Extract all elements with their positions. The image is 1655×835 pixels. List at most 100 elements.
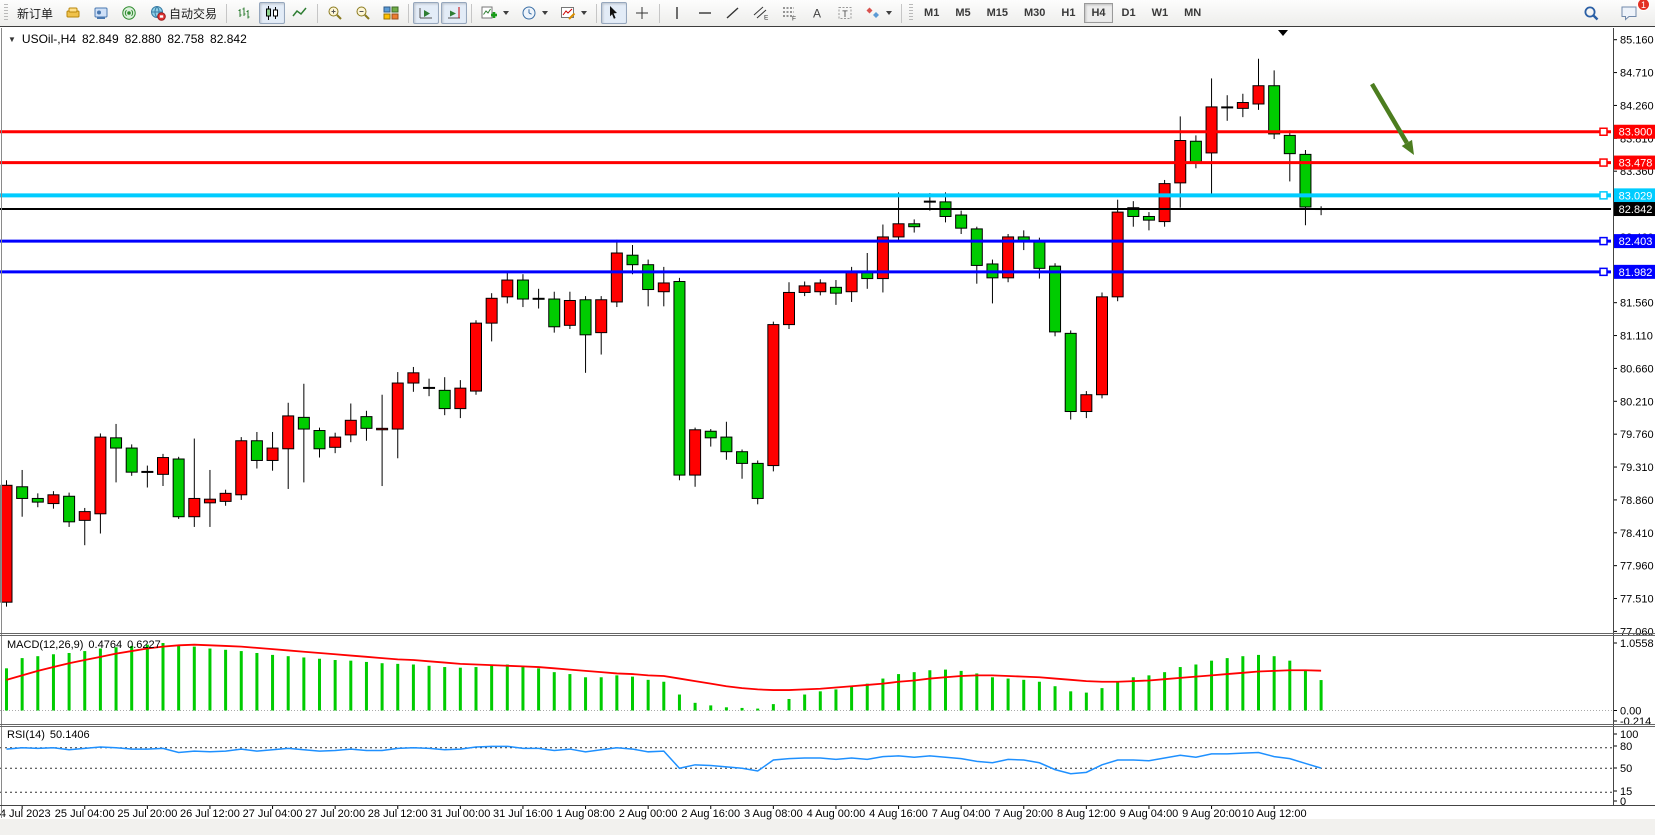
- new-chart-button[interactable]: [476, 2, 514, 24]
- timeframe-m5-button[interactable]: M5: [948, 3, 977, 23]
- fibonacci-button[interactable]: F: [776, 2, 802, 24]
- timeframe-m30-button[interactable]: M30: [1017, 3, 1052, 23]
- tile-windows-button[interactable]: [378, 2, 404, 24]
- candle: [956, 215, 967, 228]
- time-tick-label: 9 Aug 20:00: [1182, 808, 1241, 820]
- timeframe-d1-button[interactable]: D1: [1115, 3, 1143, 23]
- chart-symbol-period: USOil-,H4: [22, 32, 76, 46]
- macd-histogram-bar: [600, 677, 603, 710]
- expert-advisors-button[interactable]: [88, 2, 114, 24]
- chart-shift-button[interactable]: [441, 2, 467, 24]
- macd-name: MACD(12,26,9): [7, 639, 83, 651]
- macd-histogram-bar: [1273, 656, 1276, 710]
- price-tick-label: 80.210: [1620, 396, 1654, 408]
- candle: [48, 495, 59, 504]
- macd-histogram-bar: [52, 654, 55, 710]
- macd-histogram-bar: [803, 695, 806, 711]
- time-tick-label: 2 Aug 16:00: [681, 808, 740, 820]
- chart-collapse-icon[interactable]: ▼: [8, 35, 16, 44]
- signals-button[interactable]: [116, 2, 142, 24]
- cursor-button[interactable]: [601, 2, 627, 24]
- hline-handle-resistance-1[interactable]: [1600, 128, 1607, 135]
- time-tick-label: 4 Aug 16:00: [869, 808, 928, 820]
- macd-histogram-bar: [662, 682, 665, 711]
- macd-histogram-bar: [146, 645, 149, 711]
- candle: [502, 280, 513, 297]
- search-button[interactable]: [1578, 2, 1605, 24]
- timeframe-mn-button[interactable]: MN: [1177, 3, 1208, 23]
- time-axis[interactable]: 24 Jul 202325 Jul 04:0025 Jul 20:0026 Ju…: [0, 805, 1307, 820]
- candle: [1253, 86, 1264, 104]
- timeframe-h1-button[interactable]: H1: [1054, 3, 1082, 23]
- trendline-icon: [725, 5, 741, 21]
- zoom-out-icon: [355, 5, 371, 21]
- auto-scroll-button[interactable]: [413, 2, 439, 24]
- candles-icon: [264, 5, 280, 21]
- timeframe-m1-button[interactable]: M1: [917, 3, 946, 23]
- hline-handle-support-1[interactable]: [1600, 238, 1607, 245]
- macd-histogram-bar: [1194, 664, 1197, 710]
- crosshair-button[interactable]: [629, 2, 655, 24]
- quick-deposit-button[interactable]: [60, 2, 86, 24]
- macd-histogram-bar: [21, 658, 24, 710]
- text-button[interactable]: A: [804, 2, 830, 24]
- chart-title[interactable]: ▼ USOil-,H4 82.849 82.880 82.758 82.842: [8, 32, 247, 46]
- zoom-in-button[interactable]: [322, 2, 348, 24]
- templates-button[interactable]: [555, 2, 592, 24]
- macd-histogram-bar: [193, 647, 196, 711]
- svg-text:E: E: [764, 15, 769, 22]
- candle: [455, 388, 466, 408]
- candlestick-chart-button[interactable]: [259, 2, 285, 24]
- macd-histogram-bar: [834, 689, 837, 710]
- macd-histogram-bar: [302, 657, 305, 710]
- autotrading-button[interactable]: 自动交易: [144, 2, 222, 24]
- notifications-button[interactable]: 1: [1615, 2, 1644, 24]
- timeframe-m15-button[interactable]: M15: [980, 3, 1015, 23]
- horizontal-line-button[interactable]: [692, 2, 718, 24]
- chart-canvas[interactable]: 85.16084.71084.26083.81083.36082.91082.4…: [0, 0, 1655, 835]
- ohlc-low: 82.758: [167, 32, 204, 46]
- toolbar: 新订单 自动交易 EFA T M1M5M15M30H1H4D1W1MN 1: [0, 0, 1655, 27]
- candle: [298, 417, 309, 429]
- time-tick-label: 27 Jul 04:00: [243, 808, 303, 820]
- shapes-icon: [865, 5, 881, 21]
- hline-handle-support-2[interactable]: [1600, 268, 1607, 275]
- textT-icon: T: [837, 5, 853, 21]
- macd-histogram-bar: [68, 653, 71, 711]
- price-badge-resistance-2: 83.478: [1614, 156, 1655, 170]
- time-tick-label: 3 Aug 08:00: [744, 808, 803, 820]
- rsi-scale-label: 0: [1620, 796, 1626, 808]
- text-label-button[interactable]: T: [832, 2, 858, 24]
- caret-down-icon: [503, 11, 509, 15]
- hline-handle-pivot-cyan[interactable]: [1600, 192, 1607, 199]
- hline-handle-resistance-2[interactable]: [1600, 159, 1607, 166]
- macd-histogram-bar: [412, 664, 415, 710]
- timeframe-h4-button[interactable]: H4: [1084, 3, 1112, 23]
- macd-histogram-bar: [584, 677, 587, 710]
- macd-histogram-bar: [1069, 691, 1072, 710]
- arrows-button[interactable]: [860, 2, 897, 24]
- time-tick-label: 10 Aug 12:00: [1242, 808, 1307, 820]
- time-tick-label: 31 Jul 16:00: [493, 808, 553, 820]
- rsi-name: RSI(14): [7, 729, 45, 741]
- macd-histogram-bar: [240, 651, 243, 710]
- profiles-button[interactable]: [516, 2, 553, 24]
- candle: [1284, 135, 1295, 153]
- zoom-out-button[interactable]: [350, 2, 376, 24]
- macd-histogram-bar: [772, 704, 775, 710]
- trendline-button[interactable]: [720, 2, 746, 24]
- line-chart-button[interactable]: [287, 2, 313, 24]
- bar-chart-button[interactable]: [231, 2, 257, 24]
- equidistant-channel-button[interactable]: E: [748, 2, 774, 24]
- macd-histogram-bar: [365, 662, 368, 711]
- timeframe-w1-button[interactable]: W1: [1145, 3, 1176, 23]
- time-tick-label: 2 Aug 00:00: [619, 808, 678, 820]
- textA-icon: A: [809, 5, 825, 21]
- macd-histogram-bar: [1304, 671, 1307, 711]
- vertical-line-button[interactable]: [664, 2, 690, 24]
- svg-text:T: T: [842, 9, 848, 19]
- price-tick-label: 77.060: [1620, 626, 1654, 638]
- macd-main-value: 0.4764: [88, 639, 122, 651]
- new-order-button[interactable]: 新订单: [12, 2, 58, 24]
- toolbar-separator: [408, 4, 409, 23]
